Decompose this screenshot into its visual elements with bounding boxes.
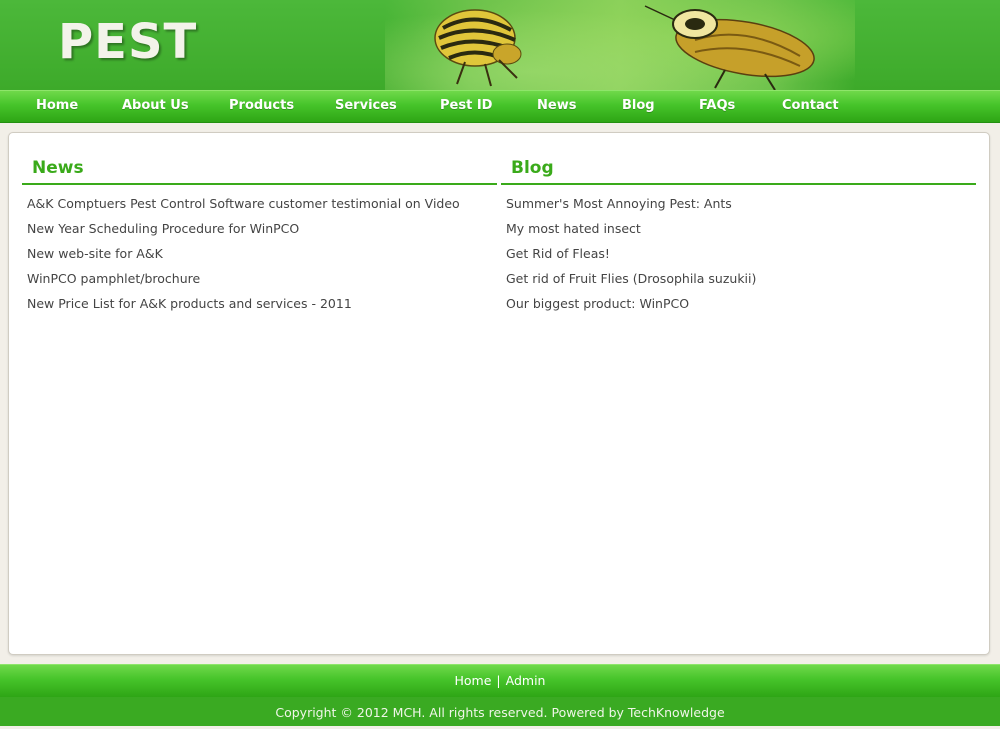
nav-item-services[interactable]: Services	[335, 98, 397, 113]
main-content: News A&K Comptuers Pest Control Software…	[8, 132, 990, 655]
nav-item-home[interactable]: Home	[36, 98, 78, 113]
nav-item-news[interactable]: News	[537, 98, 576, 113]
news-link[interactable]: New Price List for A&K products and serv…	[27, 296, 352, 311]
colorado-beetle-image	[434, 9, 522, 87]
blog-item: My most hated insect	[501, 220, 976, 245]
nav-item-faqs[interactable]: FAQs	[699, 98, 735, 113]
blog-item: Get rid of Fruit Flies (Drosophila suzuk…	[501, 270, 976, 295]
footer-links: Home | Admin	[0, 664, 1000, 697]
nav-item-products[interactable]: Products	[229, 98, 294, 113]
main-nav: Home About Us Products Services Pest ID …	[0, 90, 1000, 123]
site-header: PEST	[0, 0, 1000, 90]
blog-heading: Blog	[501, 155, 976, 185]
blog-item: Get Rid of Fleas!	[501, 245, 976, 270]
blog-list: Summer's Most Annoying Pest: Ants My mos…	[501, 195, 976, 320]
news-link[interactable]: New Year Scheduling Procedure for WinPCO	[27, 221, 299, 236]
footer-separator: |	[496, 673, 501, 688]
blog-link[interactable]: Our biggest product: WinPCO	[506, 296, 689, 311]
blog-section: Blog Summer's Most Annoying Pest: Ants M…	[501, 155, 976, 320]
blog-item: Our biggest product: WinPCO	[501, 295, 976, 320]
news-section: News A&K Comptuers Pest Control Software…	[22, 155, 497, 320]
footer-link-admin[interactable]: Admin	[506, 673, 546, 688]
footer-link-home[interactable]: Home	[455, 673, 492, 688]
news-link[interactable]: WinPCO pamphlet/brochure	[27, 271, 200, 286]
nav-item-pest-id[interactable]: Pest ID	[440, 98, 492, 113]
news-item: A&K Comptuers Pest Control Software cust…	[22, 195, 497, 220]
footer-copyright: Copyright © 2012 MCH. All rights reserve…	[0, 697, 1000, 726]
nav-item-contact[interactable]: Contact	[782, 98, 839, 113]
news-item: New web-site for A&K	[22, 245, 497, 270]
blog-link[interactable]: My most hated insect	[506, 221, 641, 236]
news-list: A&K Comptuers Pest Control Software cust…	[22, 195, 497, 320]
news-item: New Price List for A&K products and serv…	[22, 295, 497, 320]
news-link[interactable]: A&K Comptuers Pest Control Software cust…	[27, 196, 460, 211]
news-item: WinPCO pamphlet/brochure	[22, 270, 497, 295]
news-heading: News	[22, 155, 497, 185]
blog-link[interactable]: Get Rid of Fleas!	[506, 246, 610, 261]
header-insect-photo	[385, 0, 855, 90]
news-link[interactable]: New web-site for A&K	[27, 246, 163, 261]
nav-item-about-us[interactable]: About Us	[122, 98, 189, 113]
blog-item: Summer's Most Annoying Pest: Ants	[501, 195, 976, 220]
cockroach-image	[644, 5, 815, 90]
blog-link[interactable]: Summer's Most Annoying Pest: Ants	[506, 196, 732, 211]
site-logo[interactable]: PEST	[58, 14, 197, 70]
nav-item-blog[interactable]: Blog	[622, 98, 655, 113]
blog-link[interactable]: Get rid of Fruit Flies (Drosophila suzuk…	[506, 271, 756, 286]
news-item: New Year Scheduling Procedure for WinPCO	[22, 220, 497, 245]
